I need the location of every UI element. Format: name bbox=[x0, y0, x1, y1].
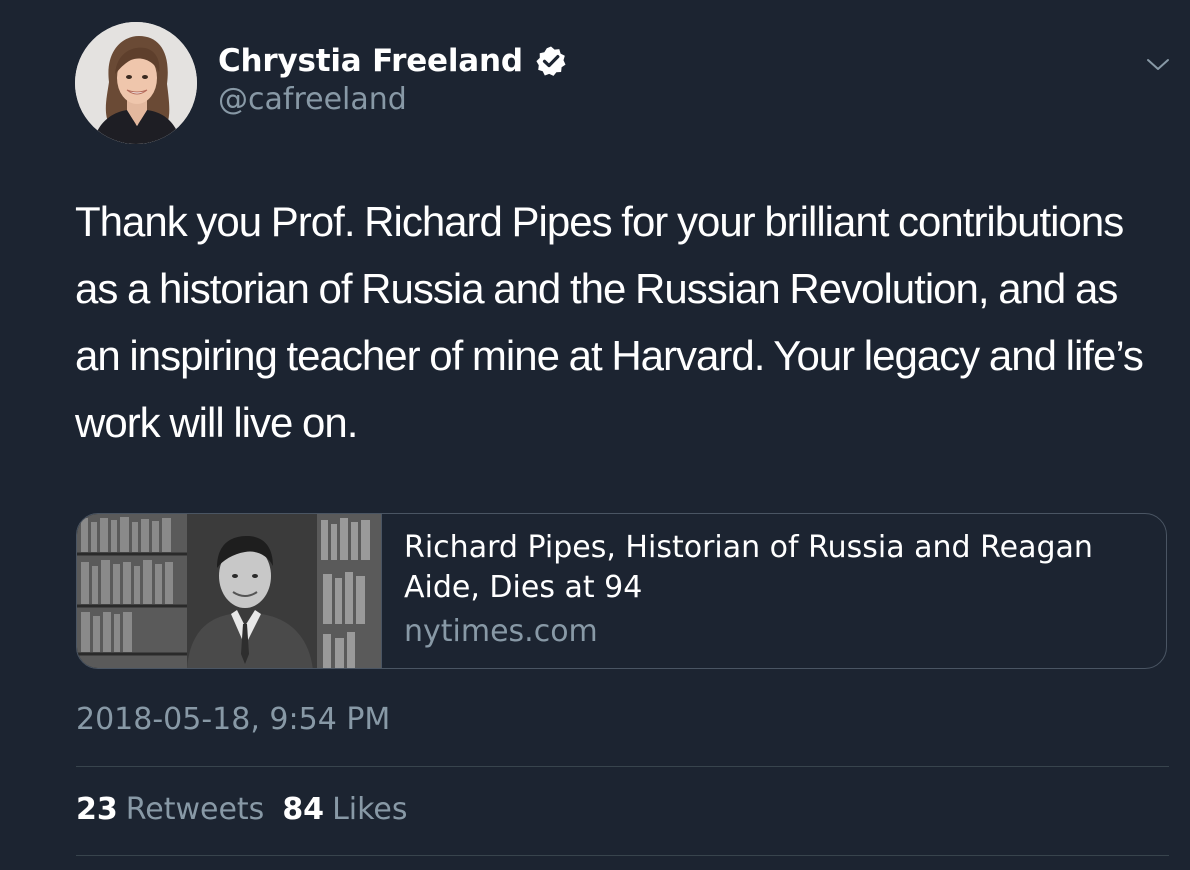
tweet-menu-button[interactable] bbox=[1142, 52, 1174, 76]
profile-photo bbox=[75, 22, 197, 144]
card-domain: nytimes.com bbox=[404, 614, 598, 649]
engagement-stats: 23 Retweets 84 Likes bbox=[76, 792, 426, 827]
link-preview-card[interactable]: Richard Pipes, Historian of Russia and R… bbox=[76, 513, 1167, 669]
likes-label: Likes bbox=[332, 792, 408, 827]
likes-count: 84 bbox=[282, 792, 325, 827]
article-thumbnail bbox=[77, 514, 381, 668]
avatar[interactable] bbox=[75, 22, 197, 144]
likes-stat[interactable]: 84 Likes bbox=[282, 792, 425, 827]
card-title: Richard Pipes, Historian of Russia and R… bbox=[404, 530, 1093, 605]
retweets-count: 23 bbox=[76, 792, 118, 827]
display-name[interactable]: Chrystia Freeland bbox=[218, 43, 523, 79]
tweet-timestamp[interactable]: 2018-05-18, 9:54 PM bbox=[76, 702, 390, 737]
tweet-text: Thank you Prof. Richard Pipes for your b… bbox=[75, 198, 1144, 446]
retweets-label: Retweets bbox=[125, 792, 265, 827]
chevron-down-icon bbox=[1147, 59, 1169, 70]
divider bbox=[76, 855, 1169, 856]
author-name-row[interactable]: Chrystia Freeland bbox=[218, 40, 567, 82]
divider bbox=[76, 766, 1169, 767]
retweets-stat[interactable]: 23 Retweets bbox=[76, 792, 282, 827]
card-thumbnail bbox=[77, 514, 382, 668]
verified-badge-icon bbox=[536, 46, 566, 76]
author-handle[interactable]: @cafreeland bbox=[218, 82, 407, 117]
